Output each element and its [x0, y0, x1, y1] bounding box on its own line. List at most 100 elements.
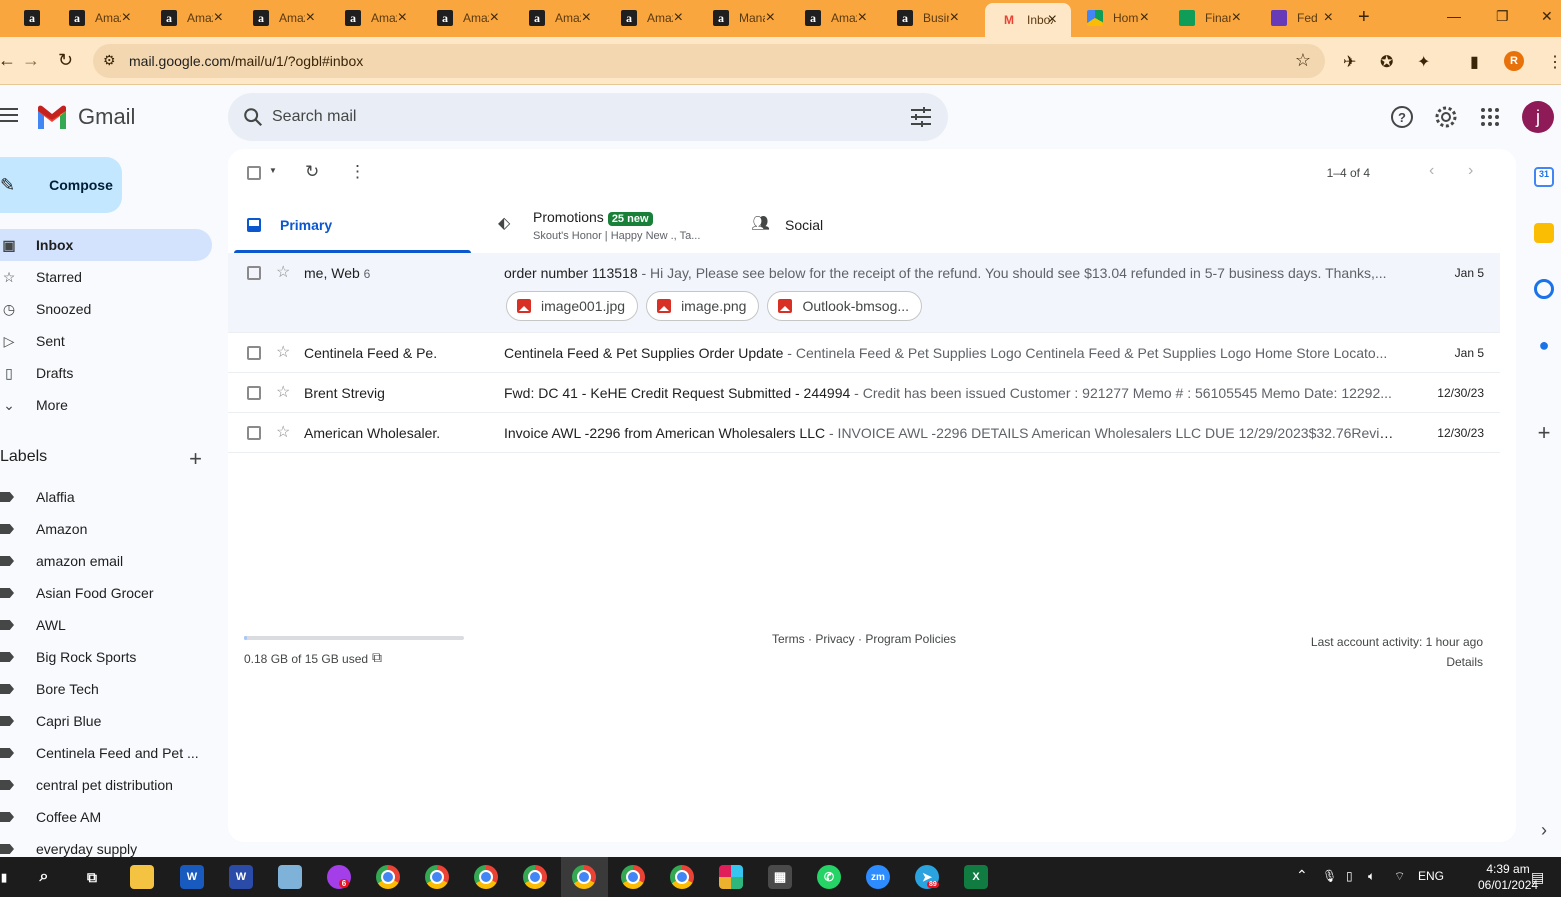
row-checkbox[interactable] — [247, 266, 261, 280]
battery-icon[interactable]: ▯ — [1346, 869, 1353, 883]
calculator-icon[interactable]: ▦ — [768, 865, 792, 889]
expand-panel-icon[interactable]: › — [1534, 820, 1554, 840]
telegram-icon[interactable]: ➤ 89 — [915, 865, 939, 889]
whatsapp-icon[interactable]: ✆ — [817, 865, 841, 889]
google-apps-icon[interactable] — [1478, 105, 1502, 129]
search-bar[interactable] — [228, 93, 948, 141]
notepad-icon[interactable] — [278, 865, 302, 889]
label-item[interactable]: Asian Food Grocer — [0, 577, 212, 609]
tasks-icon[interactable] — [1534, 279, 1554, 299]
help-icon[interactable]: ? — [1390, 105, 1414, 129]
add-addon-icon[interactable]: + — [1534, 422, 1554, 444]
keep-icon[interactable] — [1534, 223, 1554, 243]
newer-chevron-icon[interactable]: ‹ — [1429, 162, 1434, 180]
excel-icon[interactable]: X — [964, 865, 988, 889]
close-tab-icon[interactable]: × — [1048, 11, 1057, 29]
main-menu-icon[interactable] — [0, 108, 18, 126]
search-input[interactable] — [272, 105, 872, 129]
url-text[interactable]: mail.google.com/mail/u/1/?ogbl#inbox — [129, 53, 363, 69]
browser-tab[interactable]: a Manage× — [697, 4, 789, 32]
label-item[interactable]: Capri Blue — [0, 705, 212, 737]
chrome-icon[interactable] — [376, 865, 400, 889]
volume-icon[interactable]: 🔈︎ — [1368, 869, 1375, 884]
browser-profile-avatar[interactable]: R — [1504, 51, 1524, 71]
label-item[interactable]: Big Rock Sports — [0, 641, 212, 673]
star-icon[interactable]: ☆ — [276, 382, 290, 402]
account-avatar[interactable]: j — [1522, 101, 1554, 133]
star-icon[interactable]: ☆ — [276, 342, 290, 362]
chrome-icon[interactable] — [425, 865, 449, 889]
sidebar-item-drafts[interactable]: ▯ Drafts — [0, 357, 212, 389]
older-chevron-icon[interactable]: › — [1468, 162, 1473, 180]
search-options-icon[interactable] — [910, 107, 932, 127]
chrome-icon[interactable] — [621, 865, 645, 889]
close-tab-icon[interactable]: × — [398, 9, 407, 27]
browser-tab[interactable]: a Amazon× — [513, 4, 605, 32]
extension-icon[interactable]: ✈ — [1343, 52, 1356, 72]
chrome-icon[interactable] — [474, 865, 498, 889]
forward-icon[interactable]: → — [22, 50, 40, 71]
browser-tab[interactable]: a Amazon× — [421, 4, 513, 32]
add-label-icon[interactable]: + — [189, 446, 202, 472]
close-tab-icon[interactable]: × — [766, 9, 775, 27]
new-tab-icon[interactable]: + — [1358, 6, 1370, 29]
contacts-icon[interactable]: ● — [1534, 335, 1554, 355]
sidebar-item-starred[interactable]: ☆ Starred — [0, 261, 212, 293]
refresh-icon[interactable]: ↻ — [305, 162, 319, 182]
browser-tab[interactable]: a Amazon× — [789, 4, 881, 32]
open-external-icon[interactable]: ⧉ — [372, 649, 382, 666]
start-icon[interactable]: ▮ — [0, 865, 16, 889]
attachment-chip[interactable]: image.png — [646, 291, 760, 321]
close-window-icon[interactable]: ✕ — [1541, 8, 1553, 25]
email-row[interactable]: ☆ me, Web 6 order number 113518 - Hi Jay, … — [228, 253, 1500, 333]
label-item[interactable]: Bore Tech — [0, 673, 212, 705]
label-item[interactable]: AWL — [0, 609, 212, 641]
extensions-puzzle-icon[interactable]: ✦ — [1417, 52, 1430, 72]
email-row[interactable]: ☆ Centinela Feed & Pe. Centinela Feed & Pe… — [228, 333, 1500, 373]
browser-tab[interactable]: a Amazon× — [605, 4, 697, 32]
browser-tab[interactable]: Finance× — [1163, 4, 1255, 32]
slack-icon[interactable] — [719, 865, 743, 889]
chevron-up-icon[interactable]: ⌃ — [1296, 867, 1308, 884]
file-explorer-icon[interactable] — [130, 865, 154, 889]
bookmark-star-icon[interactable]: ☆ — [1295, 50, 1311, 71]
language-indicator[interactable]: ENG — [1418, 869, 1444, 883]
star-icon[interactable]: ☆ — [276, 422, 290, 442]
close-tab-icon[interactable]: × — [674, 9, 683, 27]
close-tab-icon[interactable]: × — [306, 9, 315, 27]
sidebar-item-sent[interactable]: ▷ Sent — [0, 325, 212, 357]
browser-tab[interactable]: a Amazon× — [53, 4, 145, 32]
browser-tab[interactable]: a Business× — [881, 4, 973, 32]
browser-tab[interactable]: MInbox× — [985, 3, 1071, 37]
label-item[interactable]: Alaffia — [0, 481, 212, 513]
browser-tab[interactable]: Fed × — [1255, 4, 1347, 32]
address-bar[interactable]: ⚙ mail.google.com/mail/u/1/?ogbl#inbox ☆ — [93, 44, 1325, 78]
word-alt-icon[interactable]: W — [229, 865, 253, 889]
extension-icon[interactable]: ✪ — [1380, 52, 1393, 72]
email-row[interactable]: ☆ American Wholesaler. Invoice AWL -2296 f… — [228, 413, 1500, 453]
sidebar-item-snoozed[interactable]: ◷ Snoozed — [0, 293, 212, 325]
settings-gear-icon[interactable] — [1434, 105, 1458, 129]
star-icon[interactable]: ☆ — [276, 262, 290, 282]
restore-icon[interactable]: ❐ — [1496, 8, 1509, 25]
select-dropdown-icon[interactable]: ▼ — [269, 166, 277, 175]
chrome-icon[interactable] — [670, 865, 694, 889]
search-icon[interactable] — [242, 106, 264, 128]
close-tab-icon[interactable]: × — [122, 9, 131, 27]
email-row[interactable]: ☆ Brent Strevig Fwd: DC 41 - KeHE Credit R… — [228, 373, 1500, 413]
tab-primary[interactable]: Primary — [228, 197, 471, 253]
close-tab-icon[interactable]: × — [1324, 9, 1333, 27]
close-tab-icon[interactable]: × — [950, 9, 959, 27]
more-options-icon[interactable]: ⋮ — [349, 162, 366, 182]
browser-tab[interactable]: a Amazon× — [145, 4, 237, 32]
minimize-icon[interactable]: — — [1447, 8, 1461, 24]
microphone-icon[interactable]: 🎙︎ — [1322, 869, 1337, 883]
compose-button[interactable]: ✎ Compose — [0, 157, 122, 213]
browser-tab[interactable]: Home× — [1071, 4, 1163, 32]
task-view-icon[interactable]: ⧉ — [80, 865, 104, 889]
side-panel-icon[interactable]: ▮ — [1470, 52, 1479, 72]
browser-menu-icon[interactable]: ⋮ — [1547, 52, 1561, 72]
notifications-icon[interactable]: ▤ — [1531, 869, 1544, 886]
zoom-icon[interactable]: zm — [866, 865, 890, 889]
close-tab-icon[interactable]: × — [858, 9, 867, 27]
